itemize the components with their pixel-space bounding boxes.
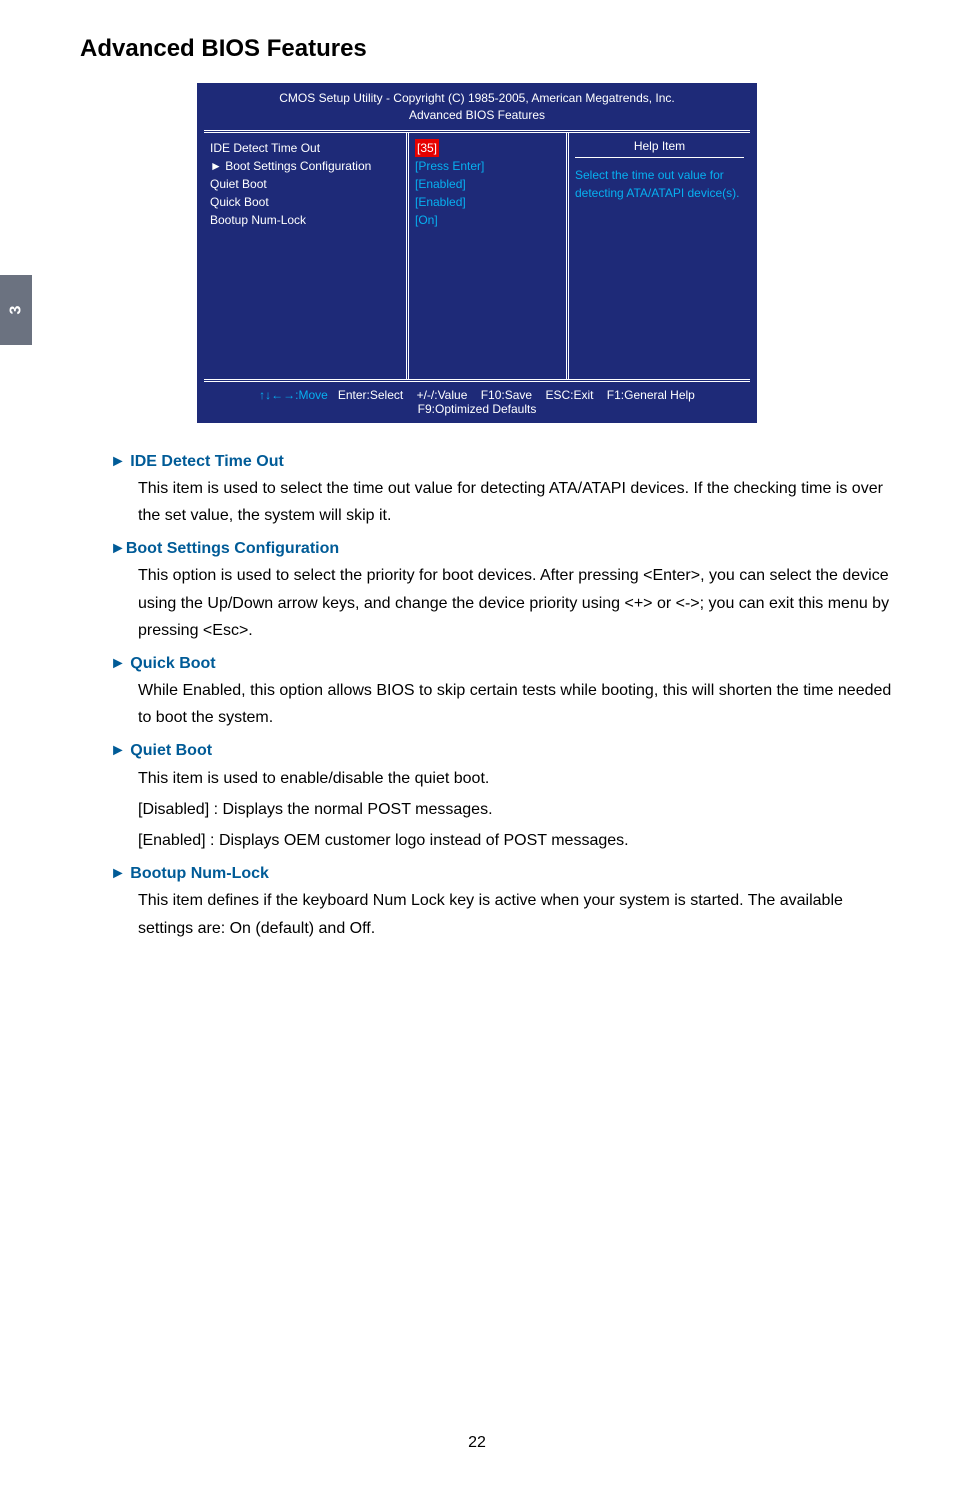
section-bootup-numlock-title: ► Bootup Num-Lock	[110, 860, 894, 887]
bios-help-title: Help Item	[575, 139, 744, 158]
bios-selected-value: [35]	[415, 139, 439, 157]
bios-table: IDE Detect Time Out ► Boot Settings Conf…	[204, 130, 750, 382]
footer-enter: Enter:Select	[338, 388, 403, 402]
bios-row-bootup-numlock[interactable]: Bootup Num-Lock	[210, 211, 400, 229]
footer-exit: ESC:Exit	[545, 388, 593, 402]
section-quiet-boot-title: ► Quiet Boot	[110, 737, 894, 764]
bios-help-column: Help Item Select the time out value for …	[569, 133, 750, 379]
bios-header-line2: Advanced BIOS Features	[198, 107, 756, 124]
section-quiet-boot-body1: This item is used to enable/disable the …	[138, 765, 894, 792]
footer-save: F10:Save	[481, 388, 532, 402]
bios-help-body: Select the time out value for detecting …	[575, 166, 744, 202]
section-quick-boot-body: While Enabled, this option allows BIOS t…	[138, 677, 894, 731]
section-boot-settings-title: ►Boot Settings Configuration	[110, 535, 894, 562]
section-quiet-boot-body2: [Disabled] : Displays the normal POST me…	[138, 796, 894, 823]
footer-move: ↑↓←→:Move	[259, 388, 328, 402]
bios-footer: ↑↓←→:Move Enter:Select +/-/:Value F10:Sa…	[198, 382, 756, 422]
page-number: 22	[0, 1434, 954, 1452]
section-ide-detect-body: This item is used to select the time out…	[138, 475, 894, 529]
bios-row-quick-boot[interactable]: Quick Boot	[210, 193, 400, 211]
bios-row-ide-detect[interactable]: IDE Detect Time Out	[210, 139, 400, 157]
section-quick-boot-title: ► Quick Boot	[110, 650, 894, 677]
bios-values-column: [35] [Press Enter] [Enabled] [Enabled] […	[409, 133, 569, 379]
footer-value: +/-/:Value	[417, 388, 468, 402]
bios-value-bootup-numlock[interactable]: [On]	[415, 211, 560, 229]
bios-header: CMOS Setup Utility - Copyright (C) 1985-…	[198, 84, 756, 130]
bios-header-line1: CMOS Setup Utility - Copyright (C) 1985-…	[198, 90, 756, 107]
bios-row-boot-settings[interactable]: ► Boot Settings Configuration	[210, 157, 400, 175]
bios-row-quiet-boot[interactable]: Quiet Boot	[210, 175, 400, 193]
bios-value-quick-boot[interactable]: [Enabled]	[415, 193, 560, 211]
section-boot-settings-body: This option is used to select the priori…	[138, 562, 894, 644]
footer-defaults: F9:Optimized Defaults	[418, 402, 537, 416]
bios-labels-column: IDE Detect Time Out ► Boot Settings Conf…	[204, 133, 409, 379]
bios-value-quiet-boot[interactable]: [Enabled]	[415, 175, 560, 193]
section-ide-detect-title: ► IDE Detect Time Out	[110, 448, 894, 475]
page-title: Advanced BIOS Features	[80, 35, 954, 63]
bios-value-boot-settings[interactable]: [Press Enter]	[415, 157, 560, 175]
footer-help: F1:General Help	[607, 388, 695, 402]
content-body: ► IDE Detect Time Out This item is used …	[110, 448, 894, 942]
bios-value-ide-detect[interactable]: [35]	[415, 139, 560, 157]
chapter-tab: 3	[0, 275, 32, 345]
section-bootup-numlock-body: This item defines if the keyboard Num Lo…	[138, 887, 894, 941]
section-quiet-boot-body3: [Enabled] : Displays OEM customer logo i…	[138, 827, 894, 854]
chapter-tab-label: 3	[7, 306, 25, 315]
bios-screenshot: CMOS Setup Utility - Copyright (C) 1985-…	[197, 83, 757, 423]
